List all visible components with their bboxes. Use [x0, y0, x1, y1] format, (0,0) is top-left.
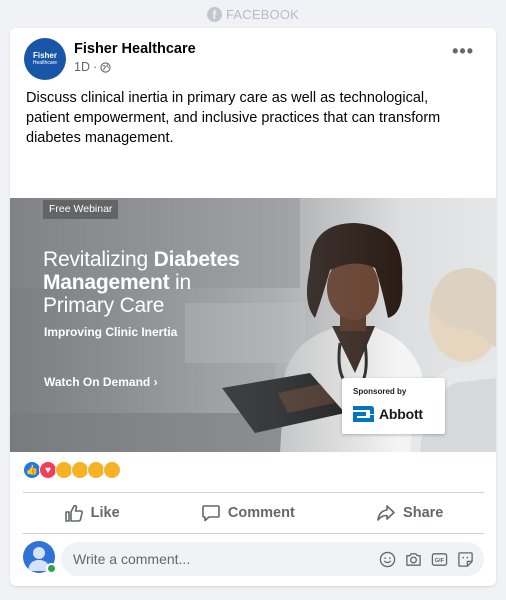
actions-top-divider — [23, 492, 484, 493]
meta-separator: · — [92, 60, 98, 74]
comment-tools: GIF — [379, 551, 474, 568]
share-label: Share — [403, 505, 444, 521]
post-header: Fisher Healthcare Fisher Healthcare 1D ·… — [24, 38, 484, 80]
emoji-icon[interactable] — [379, 551, 396, 568]
sponsor-label: Sponsored by — [353, 387, 407, 396]
sticker-icon[interactable] — [457, 551, 474, 568]
comment-icon — [202, 505, 220, 522]
share-button[interactable]: Share — [366, 497, 453, 529]
abbott-logo-icon — [353, 406, 374, 422]
actions-bottom-divider — [23, 533, 484, 534]
globe-icon[interactable] — [100, 61, 111, 73]
online-status-dot — [46, 563, 57, 574]
comment-label: Comment — [227, 505, 295, 521]
webinar-badge: Free Webinar — [43, 200, 119, 219]
camera-icon[interactable] — [405, 551, 422, 568]
title-line3: Primary Care — [43, 294, 165, 317]
webinar-image[interactable]: Free Webinar Revitalizing Diabetes Manag… — [10, 198, 496, 452]
webinar-subtitle: Improving Clinic Inertia — [44, 325, 178, 339]
sponsor-logo: Abbott — [351, 404, 423, 424]
svg-text:GIF: GIF — [435, 558, 445, 564]
avatar-text-line2: Healthcare — [32, 60, 58, 66]
watch-on-demand-link[interactable]: Watch On Demand › — [44, 375, 158, 389]
chevron-right-icon: › — [153, 375, 158, 389]
like-button[interactable]: Like — [54, 497, 130, 529]
sponsor-name: Abbott — [379, 406, 423, 422]
page-name[interactable]: Fisher Healthcare — [74, 41, 196, 57]
cta-label: Watch On Demand — [44, 375, 151, 389]
webinar-title: Revitalizing Diabetes Management in Prim… — [43, 248, 283, 317]
like-label: Like — [90, 505, 120, 521]
comment-input[interactable] — [73, 542, 363, 576]
comment-button[interactable]: Comment — [191, 497, 305, 529]
post-text: Discuss clinical inertia in primary care… — [26, 90, 441, 146]
title-line1-regular: Revitalizing — [43, 248, 154, 271]
post-actions: Like Comment Share — [23, 495, 484, 531]
avatar-text-line1: Fisher — [32, 51, 57, 60]
post-meta: 1D · — [74, 60, 111, 74]
gif-icon[interactable]: GIF — [431, 551, 448, 568]
sad-reaction-icon — [103, 461, 121, 479]
more-options-icon[interactable]: ••• — [452, 42, 474, 60]
post-card: Fisher Healthcare Fisher Healthcare 1D ·… — [10, 28, 496, 586]
facebook-icon: f — [206, 6, 222, 22]
title-line2-bold: Management — [43, 271, 170, 294]
sponsor-box: Sponsored by Abbott — [342, 378, 445, 434]
reactions-summary[interactable]: 👍 ♥ — [23, 461, 121, 481]
title-line2-regular: in — [169, 271, 191, 294]
thumbs-up-icon — [64, 504, 83, 522]
platform-label: f FACEBOOK — [0, 6, 506, 22]
share-icon — [377, 505, 395, 521]
title-line1-bold: Diabetes — [153, 248, 240, 271]
post-time[interactable]: 1D — [74, 60, 90, 74]
comment-composer: GIF — [23, 541, 484, 576]
comment-box: GIF — [61, 542, 484, 576]
page-avatar[interactable]: Fisher Healthcare — [24, 38, 66, 80]
platform-name: FACEBOOK — [225, 6, 300, 22]
